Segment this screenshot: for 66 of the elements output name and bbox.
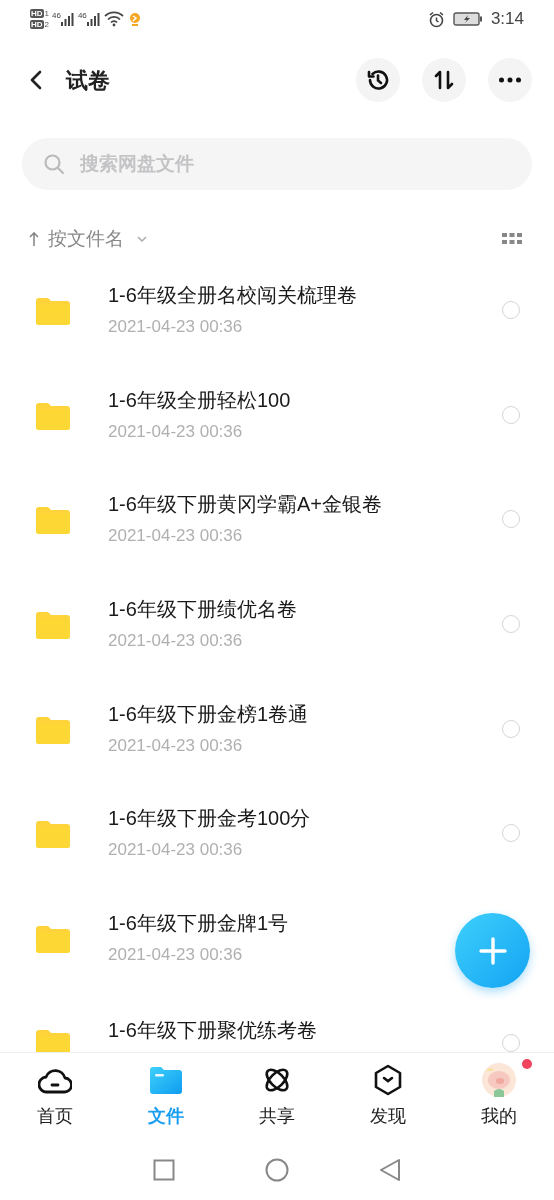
home-button[interactable]: [265, 1158, 289, 1182]
folder-date: 2021-04-23 00:36: [108, 525, 243, 548]
folder-row[interactable]: 1-6年级下册绩优名卷 2021-04-23 00:36: [0, 571, 554, 677]
folder-icon: [36, 611, 70, 640]
more-icon: [498, 77, 522, 83]
history-button[interactable]: [356, 58, 400, 102]
folder-row[interactable]: 1-6年级下册黄冈学霸A+金银卷 2021-04-23 00:36: [0, 467, 554, 572]
folder-date: 2021-04-23 00:36: [108, 839, 243, 862]
battery-charging-icon: [452, 12, 483, 26]
add-button[interactable]: [455, 913, 530, 988]
plus-icon: [477, 935, 508, 966]
tab[interactable]: 首页: [0, 1053, 111, 1140]
back-button[interactable]: [379, 1158, 401, 1182]
folder-icon: [36, 506, 70, 535]
folder-icon: [36, 1029, 70, 1052]
folder-name: 1-6年级下册金考100分: [108, 806, 311, 832]
signal-icon: [60, 12, 75, 26]
folder-icon: [36, 924, 70, 953]
signal-icon: [86, 12, 101, 26]
hd-badge: HD: [30, 20, 44, 29]
sort-arrows-icon: [432, 68, 456, 92]
more-button[interactable]: [488, 58, 532, 102]
folder-icon: [36, 401, 70, 430]
clock-time: 3:14: [490, 8, 524, 31]
tab[interactable]: 我的: [443, 1053, 554, 1140]
folder-date: 2021-04-23 00:36: [108, 943, 243, 966]
hexagon-icon: [372, 1063, 403, 1097]
network-label: 46: [77, 12, 87, 20]
hd-badge: HD: [30, 9, 44, 18]
sim-slot: 1: [44, 10, 49, 18]
alarm-icon: [427, 10, 445, 28]
folder-name: 1-6年级下册聚优练考卷: [108, 1018, 317, 1044]
network-label: 46: [52, 12, 61, 20]
folder-row[interactable]: 1-6年级下册金榜1卷通 2021-04-23 00:36: [0, 676, 554, 781]
folder-row[interactable]: 1-6年级全册轻松100 2021-04-23 00:36: [0, 362, 554, 468]
folder-row[interactable]: 1-6年级下册聚优练考卷: [0, 990, 554, 1052]
wifi-icon: [103, 11, 124, 27]
folder-icon: [36, 715, 70, 744]
folder-row[interactable]: 1-6年级下册金牌1号 2021-04-23 00:36: [0, 885, 554, 991]
folder-name: 1-6年级下册金牌1号: [108, 910, 289, 936]
folder-date: 2021-04-23 00:36: [108, 316, 243, 339]
sort-by-name-button[interactable]: 按文件名: [28, 224, 148, 254]
folder-name: 1-6年级下册金榜1卷通: [108, 701, 309, 727]
chevron-down-icon: [136, 235, 148, 243]
avatar: [481, 1063, 516, 1097]
folder-icon: [36, 297, 70, 326]
page-title: 试卷: [66, 66, 110, 95]
arrow-up-icon: [28, 231, 40, 247]
folder-date: 2021-04-23 00:36: [108, 420, 243, 443]
tab[interactable]: 共享: [221, 1053, 333, 1140]
sim-slot: 2: [44, 21, 49, 29]
grid-view-icon[interactable]: [502, 233, 522, 245]
folder-date: 2021-04-23 00:36: [108, 734, 243, 757]
recents-button[interactable]: [153, 1159, 175, 1181]
folder-row[interactable]: 1-6年级下册金考100分 2021-04-23 00:36: [0, 780, 554, 886]
history-icon: [365, 67, 391, 93]
folder-name: 1-6年级全册轻松100: [108, 387, 291, 413]
search-icon: [42, 152, 66, 176]
sort-order-button[interactable]: [422, 58, 466, 102]
folder-name: 1-6年级全册名校闯关梳理卷: [108, 283, 357, 309]
folder-name: 1-6年级下册黄冈学霸A+金银卷: [108, 492, 382, 518]
folder-name: 1-6年级下册绩优名卷: [108, 597, 297, 623]
folder-date: 2021-04-23 00:36: [108, 630, 243, 653]
folder-row[interactable]: 1-6年级全册名校闯关梳理卷 2021-04-23 00:36: [0, 258, 554, 363]
tab[interactable]: 发现: [332, 1053, 444, 1140]
folder-icon: [36, 820, 70, 849]
